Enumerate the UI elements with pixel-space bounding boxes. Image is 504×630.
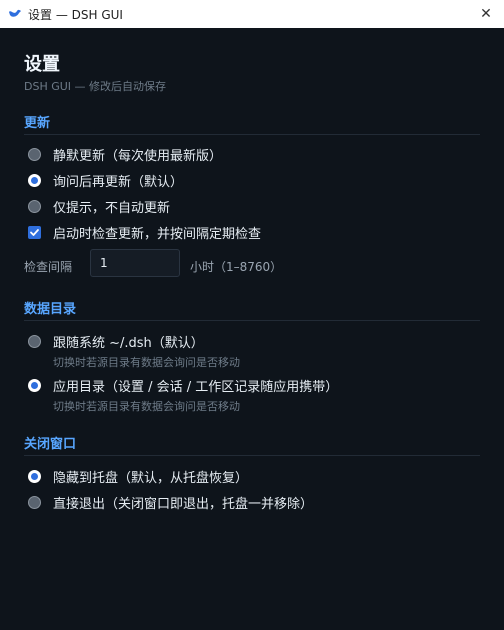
section-title-update: 更新 xyxy=(24,116,51,131)
radio-button[interactable] xyxy=(28,334,41,348)
option-label: 询问后再更新（默认） xyxy=(53,174,184,190)
radio-silent-update[interactable]: 静默更新（每次使用最新版） xyxy=(28,145,223,164)
option-label: 直接退出（关闭窗口即退出，托盘一并移除） xyxy=(53,496,314,512)
option-label: 应用目录（设置 / 会话 / 工作区记录随应用携带） xyxy=(53,379,339,395)
interval-label: 检查间隔 xyxy=(24,260,73,274)
radio-hide-to-tray[interactable]: 隐藏到托盘（默认，从托盘恢复） xyxy=(28,467,249,486)
page-subtitle: DSH GUI — 修改后自动保存 xyxy=(24,80,167,93)
checkbox[interactable] xyxy=(28,225,41,239)
option-hint: 切换时若源目录有数据会询问是否移动 xyxy=(53,400,240,413)
option-label: 启动时检查更新，并按间隔定期检查 xyxy=(53,226,262,242)
app-logo-icon xyxy=(8,7,22,21)
window-close-button[interactable]: ✕ xyxy=(468,0,504,28)
option-label: 跟随系统 ~/.dsh（默认） xyxy=(53,335,204,351)
radio-exit-directly[interactable]: 直接退出（关闭窗口即退出，托盘一并移除） xyxy=(28,493,314,512)
divider xyxy=(24,455,480,456)
radio-button[interactable] xyxy=(28,495,41,509)
divider xyxy=(24,320,480,321)
radio-button[interactable] xyxy=(28,199,41,213)
interval-unit: 小时（1–8760） xyxy=(190,260,283,274)
page-title: 设置 xyxy=(24,54,60,75)
checkmark-icon xyxy=(30,228,39,236)
window-titlebar: 设置 — DSH GUI ✕ xyxy=(0,0,504,28)
option-label: 仅提示，不自动更新 xyxy=(53,200,171,216)
radio-app-directory[interactable]: 应用目录（设置 / 会话 / 工作区记录随应用携带） xyxy=(28,376,339,395)
section-title-close-window: 关闭窗口 xyxy=(24,437,77,452)
option-label: 静默更新（每次使用最新版） xyxy=(53,148,223,164)
section-title-data-dir: 数据目录 xyxy=(24,302,77,317)
option-hint: 切换时若源目录有数据会询问是否移动 xyxy=(53,356,240,369)
interval-input[interactable] xyxy=(90,249,180,277)
radio-button[interactable] xyxy=(28,147,41,161)
radio-ask-update[interactable]: 询问后再更新（默认） xyxy=(28,171,184,190)
window-title: 设置 — DSH GUI xyxy=(28,7,123,22)
checkbox-check-on-start[interactable]: 启动时检查更新，并按间隔定期检查 xyxy=(28,223,262,242)
radio-notify-only[interactable]: 仅提示，不自动更新 xyxy=(28,197,171,216)
radio-button[interactable] xyxy=(28,469,41,483)
radio-button[interactable] xyxy=(28,378,41,392)
option-label: 隐藏到托盘（默认，从托盘恢复） xyxy=(53,470,249,486)
divider xyxy=(24,134,480,135)
radio-button[interactable] xyxy=(28,173,41,187)
radio-follow-system[interactable]: 跟随系统 ~/.dsh（默认） xyxy=(28,332,204,351)
